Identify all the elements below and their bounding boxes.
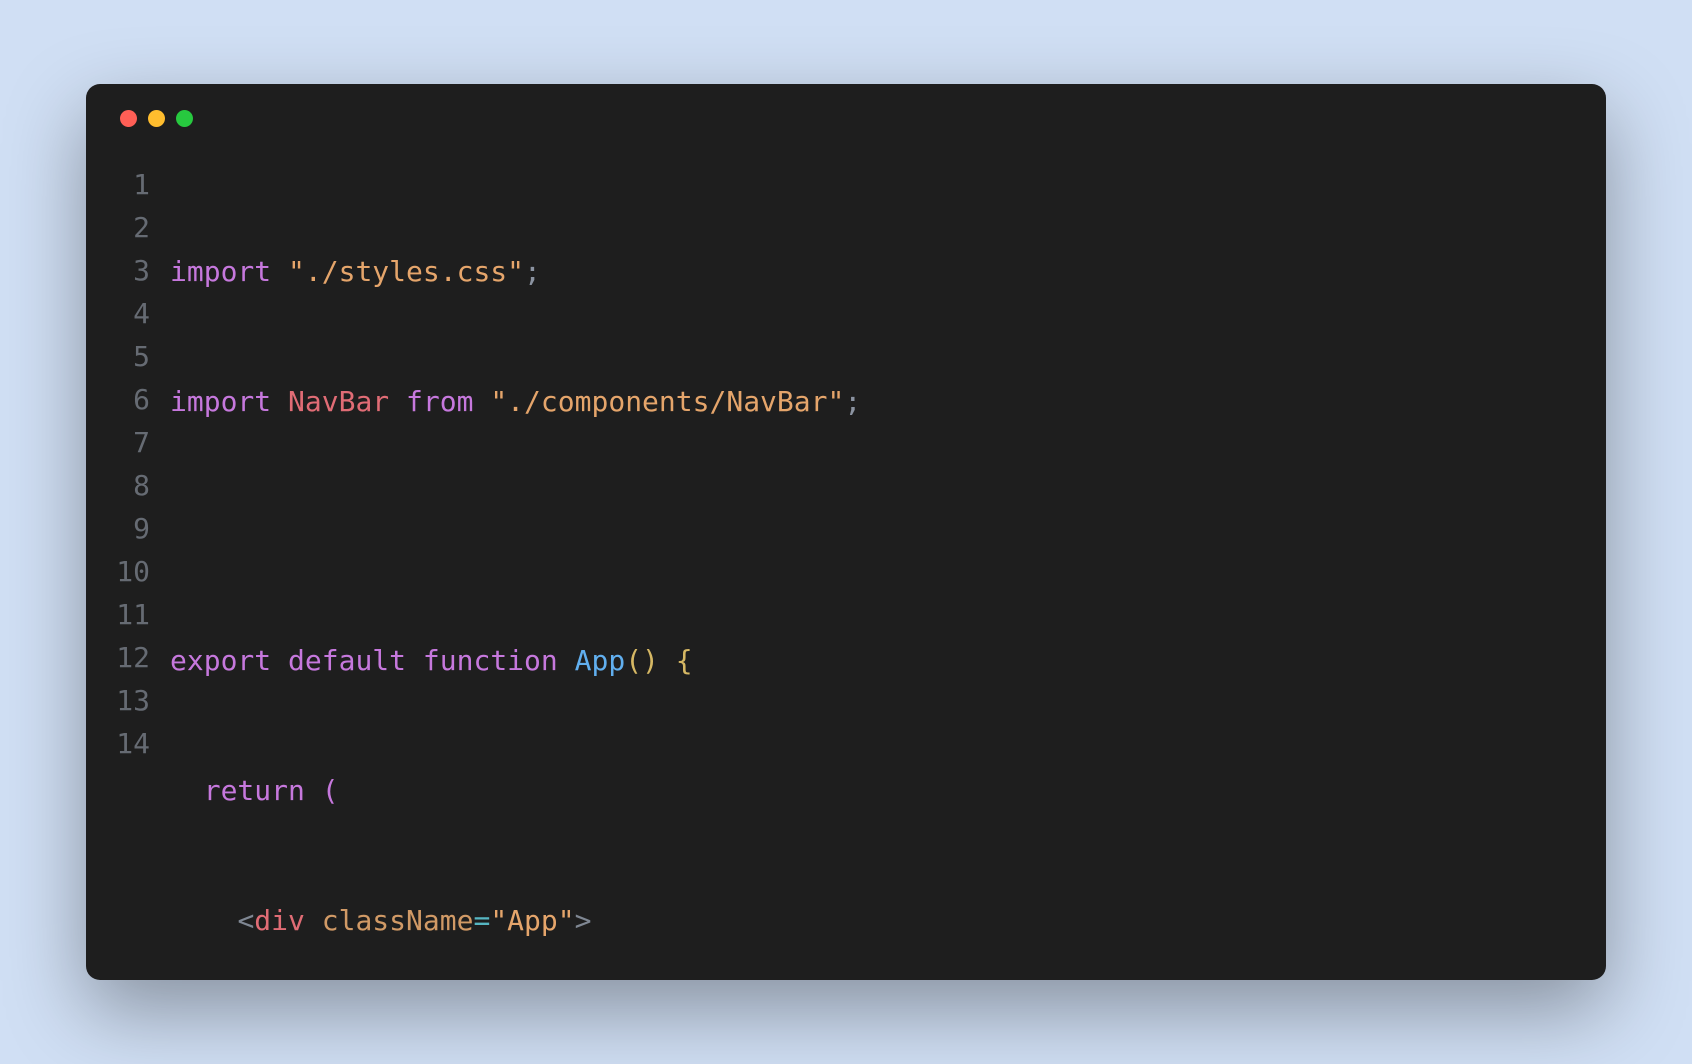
line-number: 14 xyxy=(116,722,150,765)
line-number: 5 xyxy=(116,335,150,378)
keyword-from: from xyxy=(406,385,473,418)
code-line: return ( xyxy=(170,769,1576,812)
equals: = xyxy=(473,904,490,937)
paren-open: ( xyxy=(322,774,339,807)
keyword-import: import xyxy=(170,385,271,418)
keyword-function: function xyxy=(423,644,558,677)
code-line: export default function App() { xyxy=(170,639,1576,682)
line-number: 13 xyxy=(116,679,150,722)
line-number: 2 xyxy=(116,206,150,249)
function-name: App xyxy=(575,644,626,677)
line-number: 6 xyxy=(116,378,150,421)
line-number: 10 xyxy=(116,550,150,593)
semicolon: ; xyxy=(524,255,541,288)
line-number-gutter: 1 2 3 4 5 6 7 8 9 10 11 12 13 14 xyxy=(116,163,170,980)
code-line: <div className="App"> xyxy=(170,899,1576,942)
minimize-button[interactable] xyxy=(148,110,165,127)
keyword-return: return xyxy=(204,774,305,807)
line-number: 3 xyxy=(116,249,150,292)
close-button[interactable] xyxy=(120,110,137,127)
line-number: 1 xyxy=(116,163,150,206)
identifier: NavBar xyxy=(288,385,389,418)
code-line: import NavBar from "./components/NavBar"… xyxy=(170,380,1576,423)
code-line xyxy=(170,509,1576,552)
keyword-default: default xyxy=(288,644,406,677)
string-literal: "App" xyxy=(490,904,574,937)
line-number: 9 xyxy=(116,507,150,550)
code-line: import "./styles.css"; xyxy=(170,250,1576,293)
line-number: 8 xyxy=(116,464,150,507)
line-number: 12 xyxy=(116,636,150,679)
keyword-export: export xyxy=(170,644,271,677)
string-literal: "./components/NavBar" xyxy=(490,385,844,418)
jsx-attr: className xyxy=(322,904,474,937)
line-number: 4 xyxy=(116,292,150,335)
code-editor-window: 1 2 3 4 5 6 7 8 9 10 11 12 13 14 import … xyxy=(86,84,1606,980)
code-area[interactable]: 1 2 3 4 5 6 7 8 9 10 11 12 13 14 import … xyxy=(116,163,1576,980)
maximize-button[interactable] xyxy=(176,110,193,127)
keyword-import: import xyxy=(170,255,271,288)
parentheses: () xyxy=(625,644,659,677)
line-number: 11 xyxy=(116,593,150,636)
jsx-tag: div xyxy=(254,904,305,937)
brace-open: { xyxy=(676,644,693,677)
jsx-angle: > xyxy=(575,904,592,937)
line-number: 7 xyxy=(116,421,150,464)
code-content[interactable]: import "./styles.css"; import NavBar fro… xyxy=(170,163,1576,980)
jsx-angle: < xyxy=(237,904,254,937)
window-controls xyxy=(120,110,1576,127)
string-literal: "./styles.css" xyxy=(288,255,524,288)
semicolon: ; xyxy=(844,385,861,418)
